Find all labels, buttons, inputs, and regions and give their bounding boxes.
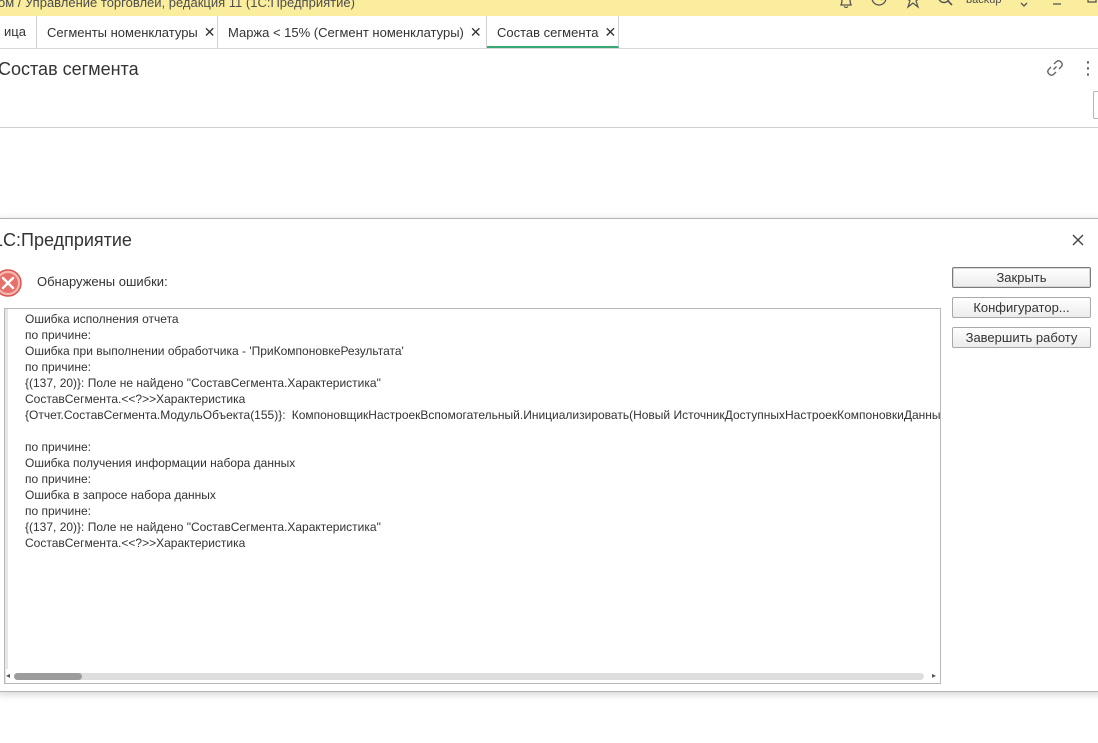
username[interactable]: backup [966,0,1001,6]
scrollbar-thumb[interactable] [14,673,82,680]
window-title-bar: ом / Управление торговлей, редакция 11 (… [0,0,1098,16]
scrollbar-track[interactable] [14,673,924,680]
configurator-button[interactable]: Конфигуратор... [952,297,1091,318]
error-icon [0,268,23,298]
minimize-icon[interactable] [1047,0,1067,13]
tab-label: Маржа < 15% (Сегмент номенклатуры) [228,25,464,40]
link-icon[interactable] [1046,59,1064,77]
exit-button[interactable]: Завершить работу [952,327,1091,348]
close-icon[interactable]: ✕ [470,24,482,40]
error-details[interactable]: Ошибка исполнения отчета по причине: Оши… [4,308,941,684]
search-icon[interactable] [935,0,955,13]
close-icon[interactable] [1069,231,1087,249]
tab-label: Состав сегмента [497,25,599,40]
page-title: Состав сегмента [0,59,139,79]
tab-label: Сегменты номенклатуры [47,25,198,40]
errors-label: Обнаружены ошибки: [37,274,168,289]
error-details-text[interactable]: Ошибка исполнения отчета по причине: Оши… [25,311,940,551]
scroll-left-icon[interactable]: ◂ [6,670,10,682]
close-icon[interactable]: ✕ [605,24,617,40]
details-gutter [5,309,8,683]
tab-margin-segment[interactable]: Маржа < 15% (Сегмент номенклатуры) ✕ [218,16,487,48]
close-button[interactable]: Закрыть [952,267,1091,288]
horizontal-scrollbar[interactable]: ◂ ▸ [6,669,940,683]
window-title: ом / Управление торговлей, редакция 11 (… [0,0,355,10]
tab-segment-composition[interactable]: Состав сегмента ✕ [487,16,619,48]
error-dialog: 1С:Предприятие Обнаружены ошибки: Ошибка… [0,218,1098,692]
header-input-edge[interactable] [1093,91,1098,119]
dialog-title: 1С:Предприятие [0,230,132,250]
tab-label: ица [4,24,26,39]
tab-start-page[interactable]: ица [0,16,37,48]
header-divider [0,127,1098,128]
tab-segments[interactable]: Сегменты номенклатуры ✕ [37,16,218,48]
menu-icon[interactable] [1014,0,1034,13]
close-icon[interactable]: ✕ [204,24,216,40]
more-icon[interactable]: ⋮ [1079,58,1097,78]
bell-icon[interactable] [836,0,856,13]
tab-bar: ица Сегменты номенклатуры ✕ Маржа < 15% (… [0,16,1098,49]
scroll-right-icon[interactable]: ▸ [932,670,936,682]
history-icon[interactable] [869,0,889,13]
restore-icon[interactable] [1082,0,1098,13]
star-icon[interactable] [903,0,923,13]
